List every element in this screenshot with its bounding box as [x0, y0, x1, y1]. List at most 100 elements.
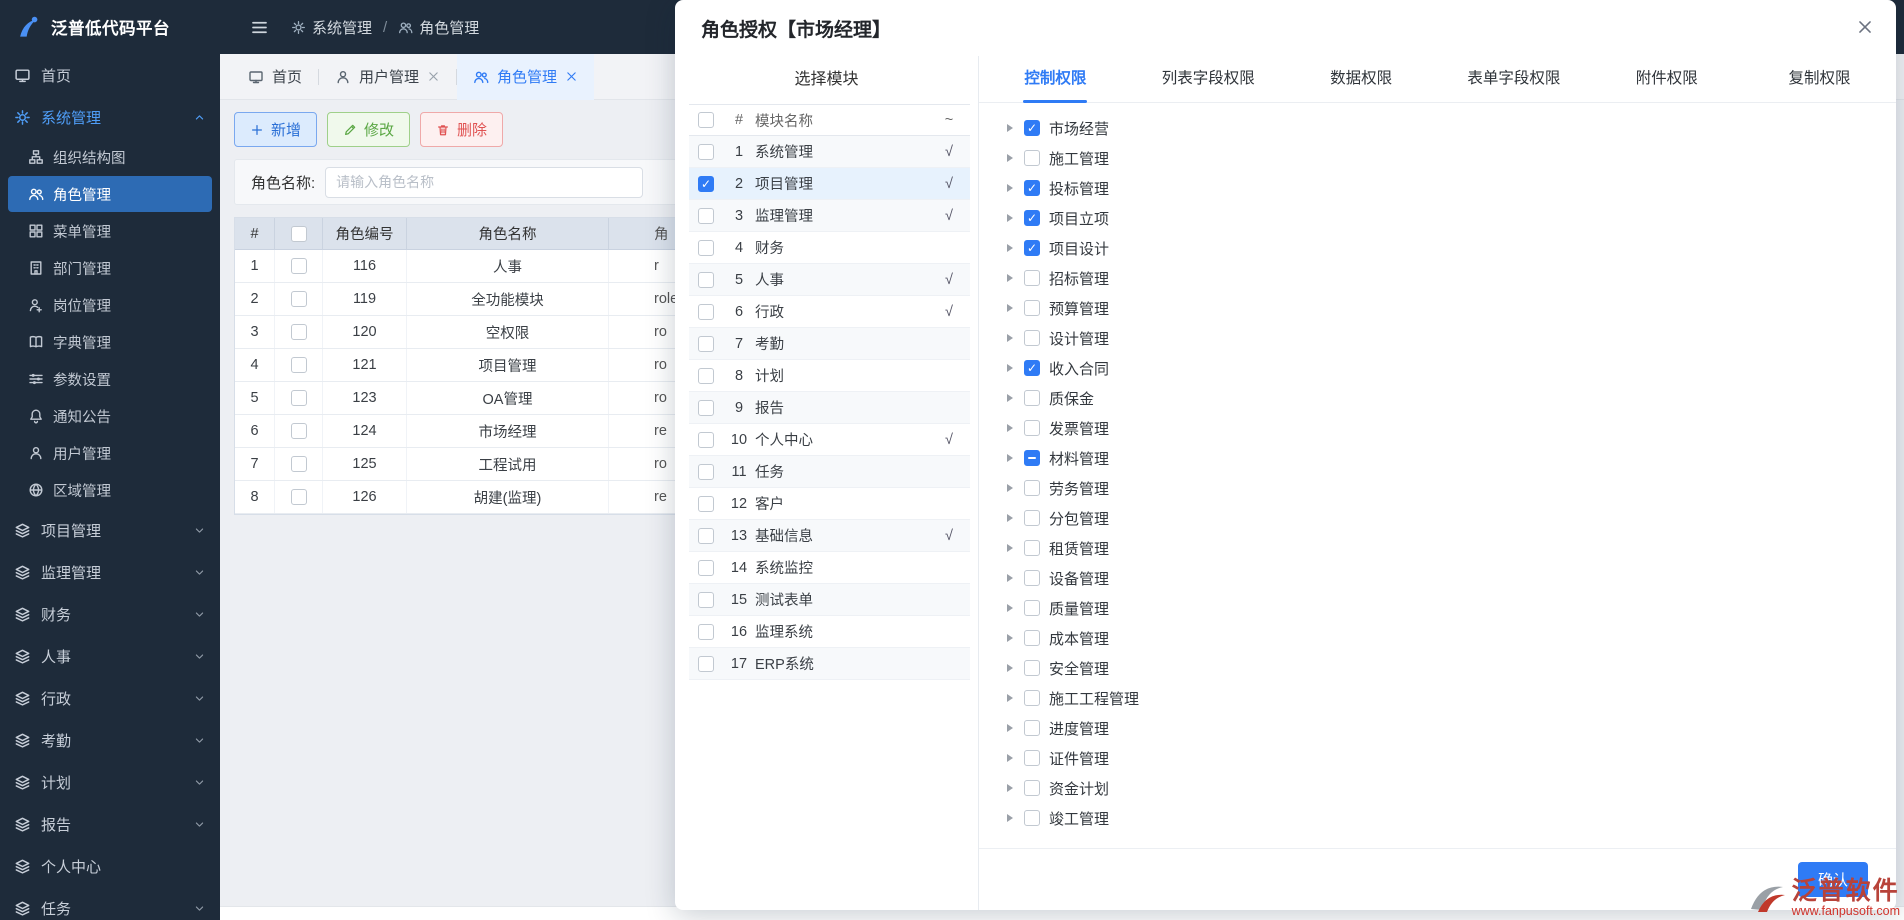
caret-right-icon[interactable] — [1007, 334, 1013, 342]
delete-button[interactable]: 删除 — [420, 112, 503, 147]
tree-checkbox[interactable] — [1024, 540, 1040, 556]
tree-node[interactable]: 安全管理 — [1007, 653, 1896, 683]
module-checkbox[interactable] — [698, 624, 714, 640]
tree-checkbox[interactable] — [1024, 210, 1040, 226]
tree-checkbox[interactable] — [1024, 120, 1040, 136]
caret-right-icon[interactable] — [1007, 634, 1013, 642]
module-checkbox[interactable] — [698, 144, 714, 160]
caret-right-icon[interactable] — [1007, 754, 1013, 762]
caret-right-icon[interactable] — [1007, 274, 1013, 282]
perm-tab-control[interactable]: 控制权限 — [979, 56, 1132, 102]
tree-checkbox[interactable] — [1024, 690, 1040, 706]
module-checkbox[interactable] — [698, 400, 714, 416]
perm-tab-copy[interactable]: 复制权限 — [1743, 56, 1896, 102]
tree-checkbox[interactable] — [1024, 240, 1040, 256]
sidebar-item-personal[interactable]: 个人中心 — [0, 845, 220, 887]
breadcrumb-item-system[interactable]: 系统管理 — [291, 17, 372, 38]
sidebar-item-report[interactable]: 报告 — [0, 803, 220, 845]
sidebar-item-department[interactable]: 部门管理 — [8, 250, 212, 286]
tree-node[interactable]: 材料管理 — [1007, 443, 1896, 473]
module-row[interactable]: 17ERP系统 — [689, 648, 970, 680]
sidebar-item-finance[interactable]: 财务 — [0, 593, 220, 635]
module-row[interactable]: 9报告 — [689, 392, 970, 424]
sidebar-item-attendance[interactable]: 考勤 — [0, 719, 220, 761]
tree-checkbox[interactable] — [1024, 660, 1040, 676]
row-checkbox[interactable] — [291, 390, 307, 406]
module-row[interactable]: 8计划 — [689, 360, 970, 392]
sidebar-item-dictionary[interactable]: 字典管理 — [8, 324, 212, 360]
sidebar-item-region[interactable]: 区域管理 — [8, 472, 212, 508]
module-checkbox[interactable] — [698, 336, 714, 352]
tree-node[interactable]: 质保金 — [1007, 383, 1896, 413]
row-checkbox[interactable] — [291, 291, 307, 307]
tree-node[interactable]: 资金计划 — [1007, 773, 1896, 803]
module-checkbox[interactable] — [698, 496, 714, 512]
tree-checkbox[interactable] — [1024, 180, 1040, 196]
tree-node[interactable]: 设计管理 — [1007, 323, 1896, 353]
sidebar-item-plan[interactable]: 计划 — [0, 761, 220, 803]
module-row[interactable]: 6行政√ — [689, 296, 970, 328]
tab-role[interactable]: 角色管理 — [457, 54, 594, 100]
module-checkbox[interactable] — [698, 656, 714, 672]
tree-node[interactable]: 劳务管理 — [1007, 473, 1896, 503]
tree-node[interactable]: 项目立项 — [1007, 203, 1896, 233]
module-checkbox[interactable] — [698, 272, 714, 288]
breadcrumb-item-role[interactable]: 角色管理 — [398, 17, 479, 38]
caret-right-icon[interactable] — [1007, 694, 1013, 702]
module-row[interactable]: 2项目管理√ — [689, 168, 970, 200]
role-name-input[interactable] — [325, 167, 643, 198]
row-checkbox[interactable] — [291, 489, 307, 505]
tree-node[interactable]: 收入合同 — [1007, 353, 1896, 383]
module-checkbox[interactable] — [698, 240, 714, 256]
tree-checkbox[interactable] — [1024, 780, 1040, 796]
tree-node[interactable]: 施工管理 — [1007, 143, 1896, 173]
tree-node[interactable]: 成本管理 — [1007, 623, 1896, 653]
sidebar-item-supervision[interactable]: 监理管理 — [0, 551, 220, 593]
tree-checkbox[interactable] — [1024, 810, 1040, 826]
sidebar-item-project[interactable]: 项目管理 — [0, 509, 220, 551]
tree-node[interactable]: 进度管理 — [1007, 713, 1896, 743]
tree-node[interactable]: 分包管理 — [1007, 503, 1896, 533]
module-checkbox[interactable] — [698, 176, 714, 192]
module-checkbox[interactable] — [698, 528, 714, 544]
module-row[interactable]: 5人事√ — [689, 264, 970, 296]
module-checkbox[interactable] — [698, 592, 714, 608]
module-row[interactable]: 12客户 — [689, 488, 970, 520]
tree-checkbox[interactable] — [1024, 150, 1040, 166]
tree-node[interactable]: 预算管理 — [1007, 293, 1896, 323]
tree-checkbox[interactable] — [1024, 450, 1040, 466]
sidebar-item-params[interactable]: 参数设置 — [8, 361, 212, 397]
close-icon[interactable] — [1856, 18, 1874, 36]
sidebar-item-menu[interactable]: 菜单管理 — [8, 213, 212, 249]
sidebar-item-home[interactable]: 首页 — [0, 54, 220, 96]
module-row[interactable]: 13基础信息√ — [689, 520, 970, 552]
sidebar-item-notice[interactable]: 通知公告 — [8, 398, 212, 434]
module-row[interactable]: 7考勤 — [689, 328, 970, 360]
sidebar-item-task[interactable]: 任务 — [0, 887, 220, 920]
caret-right-icon[interactable] — [1007, 214, 1013, 222]
perm-tab-form-field[interactable]: 表单字段权限 — [1437, 56, 1590, 102]
perm-tab-data[interactable]: 数据权限 — [1285, 56, 1438, 102]
module-row[interactable]: 14系统监控 — [689, 552, 970, 584]
tree-node[interactable]: 质量管理 — [1007, 593, 1896, 623]
row-checkbox[interactable] — [291, 423, 307, 439]
row-checkbox[interactable] — [291, 258, 307, 274]
tree-checkbox[interactable] — [1024, 300, 1040, 316]
row-checkbox[interactable] — [291, 324, 307, 340]
module-row[interactable]: 11任务 — [689, 456, 970, 488]
tree-checkbox[interactable] — [1024, 390, 1040, 406]
sidebar-item-role[interactable]: 角色管理 — [8, 176, 212, 212]
caret-right-icon[interactable] — [1007, 814, 1013, 822]
module-row[interactable]: 3监理管理√ — [689, 200, 970, 232]
module-checkbox[interactable] — [698, 560, 714, 576]
tree-checkbox[interactable] — [1024, 600, 1040, 616]
caret-right-icon[interactable] — [1007, 724, 1013, 732]
tree-checkbox[interactable] — [1024, 330, 1040, 346]
tree-checkbox[interactable] — [1024, 360, 1040, 376]
module-checkbox[interactable] — [698, 304, 714, 320]
menu-collapse-icon[interactable] — [250, 18, 269, 37]
caret-right-icon[interactable] — [1007, 304, 1013, 312]
close-icon[interactable] — [427, 70, 440, 83]
tree-checkbox[interactable] — [1024, 570, 1040, 586]
caret-right-icon[interactable] — [1007, 574, 1013, 582]
